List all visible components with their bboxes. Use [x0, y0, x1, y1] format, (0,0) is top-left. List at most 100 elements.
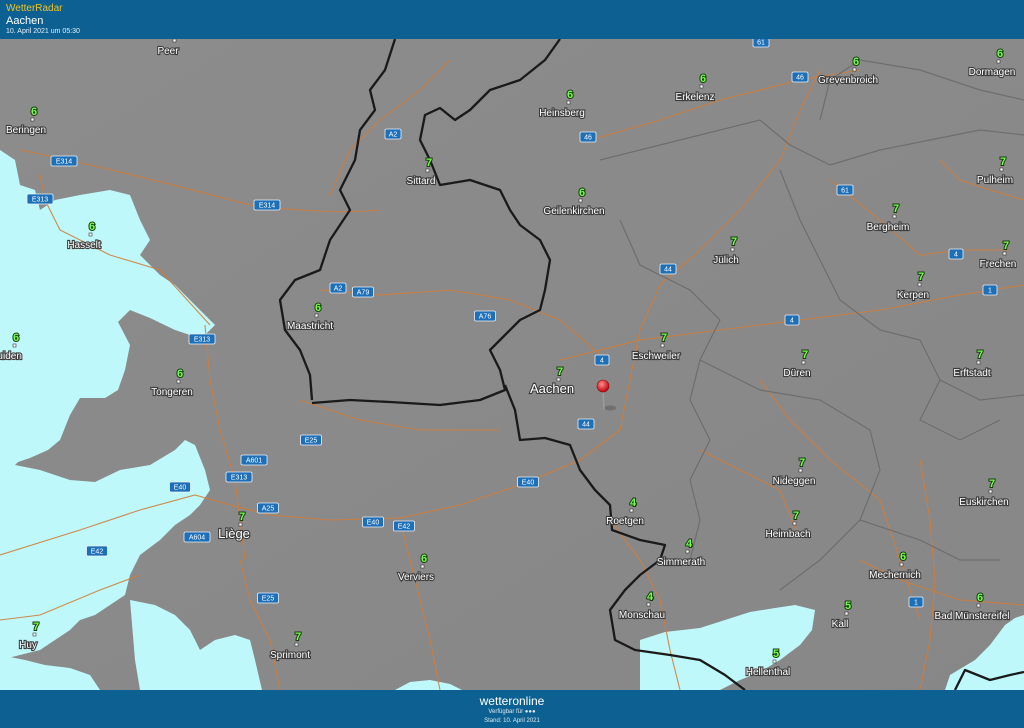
town-name: Sittard [407, 176, 436, 187]
road-number: E314 [56, 159, 72, 166]
town-name: Jülich [713, 255, 739, 266]
temperature-value: 7 [295, 631, 301, 643]
road-number: A604 [189, 535, 205, 542]
town-dot [917, 282, 922, 287]
temperature-value: 7 [239, 511, 245, 523]
temperature-value: 7 [661, 332, 667, 344]
road-shield: A2 [384, 128, 402, 140]
road-shield: E42 [393, 520, 415, 532]
road-number: E42 [398, 524, 411, 531]
footer-bar: wetteronline Verfügbar für ●●● Stand: 10… [0, 690, 1024, 728]
town-name: Heimbach [765, 529, 810, 540]
road-number: 44 [664, 267, 672, 274]
town-name: Hasselt [67, 240, 101, 251]
road-shield: A76 [474, 310, 496, 322]
road-shield: 46 [791, 71, 809, 83]
road-shield: 61 [836, 184, 854, 196]
town-dot [176, 379, 181, 384]
town-dot [699, 84, 704, 89]
town-dot [1002, 251, 1007, 256]
road-shield: 61 [752, 39, 770, 48]
road-number: 46 [796, 75, 804, 82]
temperature-value: 7 [799, 457, 805, 469]
road-shield: A25 [257, 502, 279, 514]
road-shield: E313 [225, 471, 253, 483]
town-dot [425, 168, 430, 173]
road-number: 61 [841, 188, 849, 195]
road-number: E42 [91, 549, 104, 556]
temperature-value: 4 [686, 538, 693, 550]
road-number: E313 [194, 337, 210, 344]
town-name: Mechernich [869, 570, 921, 581]
road-number: A2 [334, 286, 343, 293]
road-shield: E313 [26, 193, 54, 205]
town-dot [294, 642, 299, 647]
temperature-value: 6 [853, 56, 859, 68]
temperature-value: 7 [893, 203, 899, 215]
road-number: A601 [246, 458, 262, 465]
temperature-value: 6 [31, 106, 37, 118]
town-dot [852, 67, 857, 72]
temperature-value: 7 [802, 349, 808, 361]
road-shield: 1 [982, 284, 998, 296]
town-dot [772, 659, 777, 664]
town-name: Dormagen [969, 67, 1016, 78]
town-name: Kerpen [897, 290, 929, 301]
radar-map[interactable]: 6146A2E314E313E3144661A2A79A76444E31344E… [0, 39, 1024, 690]
road-shield: E314 [253, 199, 281, 211]
road-shield: 4 [948, 248, 964, 260]
town-dot [685, 549, 690, 554]
town-dot [88, 232, 93, 237]
temperature-value: 6 [177, 368, 183, 380]
weather-radar-screen: WetterRadar Aachen 10. April 2021 um 05:… [0, 0, 1024, 728]
temperature-value: 6 [567, 89, 573, 101]
road-shield: E314 [50, 155, 78, 167]
temperature-value: 7 [793, 510, 799, 522]
road-number: E313 [231, 475, 247, 482]
town-name: Pulheim [977, 175, 1013, 186]
town-name: Simmerath [657, 557, 705, 568]
temperature-value: 7 [557, 366, 563, 378]
temperature-value: 6 [89, 221, 95, 233]
stand-date: Stand: 10. April 2021 [484, 718, 540, 724]
town-dot [12, 343, 17, 348]
road-number: 4 [954, 252, 958, 259]
road-number: E25 [262, 596, 275, 603]
road-number: 4 [600, 358, 604, 365]
town-name: Bad Münstereifel [934, 611, 1009, 622]
town-name: Geilenkirchen [543, 206, 604, 217]
temperature-value: 7 [989, 478, 995, 490]
town-dot [801, 360, 806, 365]
road-number: 46 [584, 135, 592, 142]
town-name: Düren [783, 368, 810, 379]
temperature-value: 6 [315, 302, 321, 314]
app-title: WetterRadar [6, 3, 63, 14]
temperature-value: 6 [700, 73, 706, 85]
town-name: Verviers [398, 572, 434, 583]
map-background [0, 39, 1024, 690]
town-name: Erkelenz [676, 92, 715, 103]
temperature-value: 4 [630, 497, 637, 509]
town-dot [976, 603, 981, 608]
town-dot [646, 602, 651, 607]
town-dot [999, 167, 1004, 172]
road-shield: E40 [169, 481, 191, 493]
road-shield: 44 [659, 263, 677, 275]
road-number: 4 [790, 318, 794, 325]
road-shield: 4 [594, 354, 610, 366]
town-name: Aachen [530, 381, 574, 396]
town-name: Beringen [6, 125, 46, 136]
town-dot [792, 521, 797, 526]
temperature-value: 7 [1003, 240, 1009, 252]
town-dot [172, 39, 177, 43]
town-name: Maastricht [287, 321, 333, 332]
brand-logo[interactable]: wetteronline [0, 694, 1024, 708]
radar-timestamp: 10. April 2021 um 05:30 [6, 28, 80, 35]
road-number: E40 [522, 480, 535, 487]
town-name: Roetgen [606, 516, 644, 527]
temperature-value: 7 [731, 236, 737, 248]
town-name: Nideggen [773, 476, 816, 487]
town-dot [32, 632, 37, 637]
town-name: Erftstadt [953, 368, 990, 379]
town-dot [314, 313, 319, 318]
